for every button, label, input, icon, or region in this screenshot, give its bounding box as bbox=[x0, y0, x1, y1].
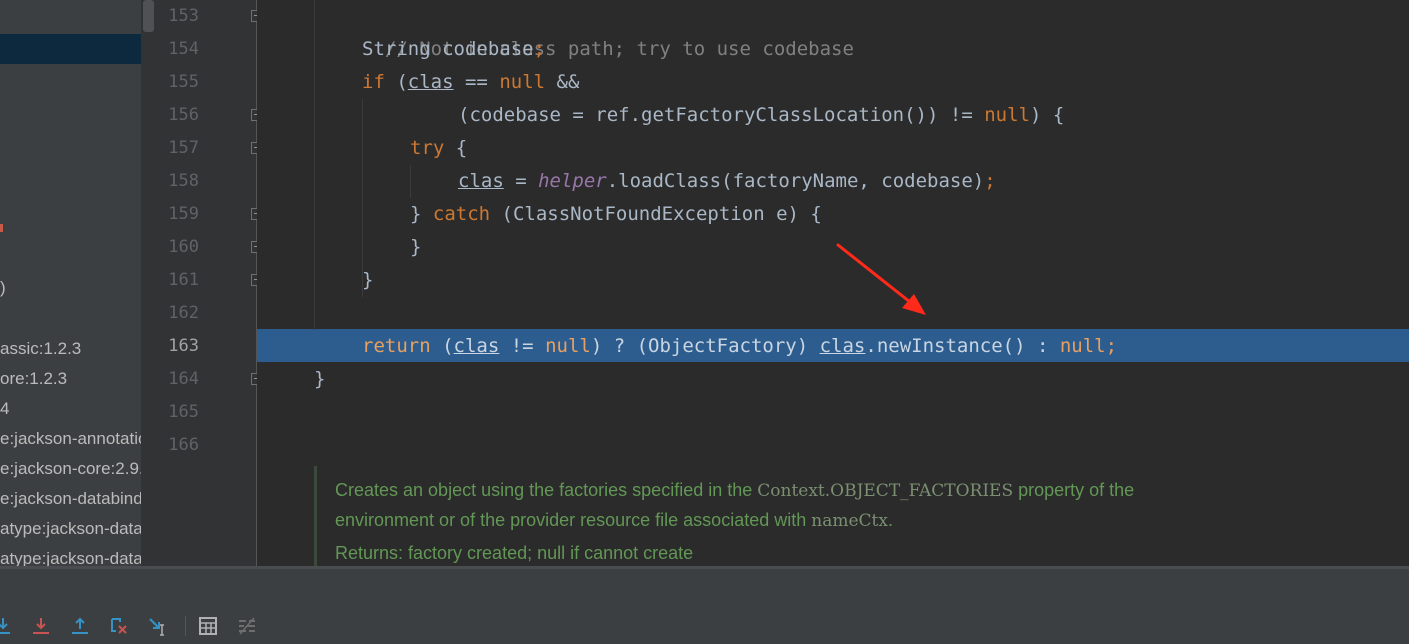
code-token: (ClassNotFoundException e) { bbox=[490, 203, 822, 225]
code-token: } bbox=[410, 203, 433, 225]
doc-text: . bbox=[887, 510, 893, 530]
doc-line-2: environment or of the provider resource … bbox=[335, 505, 893, 535]
code-line-164: } bbox=[314, 363, 325, 396]
keyword-try: try bbox=[410, 137, 445, 159]
line-number: 161 bbox=[168, 270, 199, 290]
line-number: 154 bbox=[168, 39, 199, 59]
doc-text: property of the bbox=[1013, 480, 1135, 500]
selected-tree-row[interactable] bbox=[0, 34, 157, 64]
keyword-null: null bbox=[499, 71, 546, 93]
code-line-155: if (clas == null && bbox=[362, 66, 579, 99]
line-number: 155 bbox=[168, 72, 199, 92]
tree-item[interactable]: e:jackson-annotatio bbox=[0, 424, 157, 454]
code-token: != bbox=[499, 335, 546, 357]
code-line-153: // Not in class path; try to use codebas… bbox=[362, 0, 854, 60]
red-arrow-annotation bbox=[836, 243, 926, 315]
code-token: String codebase bbox=[362, 38, 534, 60]
line-number-current: 163 bbox=[168, 336, 199, 356]
keyword-if: if bbox=[362, 71, 385, 93]
code-token: ; bbox=[984, 170, 996, 192]
indent-guide bbox=[410, 165, 411, 198]
tree-item[interactable]: ) bbox=[0, 273, 157, 303]
tree-item[interactable]: e:jackson-databind bbox=[0, 484, 157, 514]
code-token: ( bbox=[430, 335, 454, 357]
step-out-icon[interactable] bbox=[70, 616, 90, 636]
error-marker bbox=[0, 224, 3, 232]
keyword-return: return bbox=[362, 335, 431, 357]
project-scrollbar-thumb[interactable] bbox=[143, 0, 154, 32]
project-tool-window: ) assic:1.2.3 ore:1.2.3 4 e:jackson-anno… bbox=[0, 0, 157, 566]
code-token: ; bbox=[533, 38, 546, 60]
line-number: 153 bbox=[168, 6, 199, 26]
line-number: 159 bbox=[168, 204, 199, 224]
project-scrollbar[interactable] bbox=[141, 0, 157, 566]
code-line-158: clas = helper.loadClass(factoryName, cod… bbox=[458, 165, 996, 198]
line-number: 156 bbox=[168, 105, 199, 125]
evaluate-expression-icon[interactable] bbox=[198, 616, 218, 636]
code-line-156: (codebase = ref.getFactoryClassLocation(… bbox=[458, 99, 1064, 132]
tree-item[interactable]: atype:jackson-data bbox=[0, 514, 157, 544]
tree-item[interactable]: assic:1.2.3 bbox=[0, 334, 157, 364]
variable-clas: clas bbox=[819, 335, 866, 357]
run-to-cursor-icon[interactable] bbox=[148, 616, 168, 636]
code-line-160: } bbox=[410, 231, 421, 264]
doc-code-ref[interactable]: nameCtx bbox=[811, 511, 888, 531]
code-token: = bbox=[503, 170, 539, 192]
code-line-159: } catch (ClassNotFoundException e) { bbox=[410, 198, 822, 231]
tree-item[interactable]: e:jackson-core:2.9.4 bbox=[0, 454, 157, 484]
line-number: 158 bbox=[168, 171, 199, 191]
step-into-icon[interactable] bbox=[0, 616, 14, 636]
drop-frame-icon[interactable] bbox=[109, 616, 129, 636]
keyword-null: null bbox=[984, 104, 1030, 126]
doc-comment-bar bbox=[314, 466, 317, 566]
code-token: ( bbox=[384, 71, 408, 93]
toolbar-separator bbox=[185, 616, 186, 636]
doc-text: environment or of the provider resource … bbox=[335, 510, 812, 530]
keyword-catch: catch bbox=[432, 203, 491, 225]
variable-clas: clas bbox=[407, 71, 454, 93]
doc-text: Creates an object using the factories sp… bbox=[335, 480, 758, 500]
code-line-154: String codebase; bbox=[362, 33, 545, 66]
line-number: 162 bbox=[168, 303, 199, 323]
code-token: (codebase = ref.getFactoryClassLocation(… bbox=[458, 104, 985, 126]
keyword-null: null; bbox=[1059, 335, 1118, 357]
code-token: .newInstance() : bbox=[865, 335, 1060, 357]
force-step-into-icon[interactable] bbox=[31, 616, 51, 636]
variable-clas: clas bbox=[458, 170, 504, 192]
line-number: 164 bbox=[168, 369, 199, 389]
keyword-null: null bbox=[545, 335, 591, 357]
code-token: { bbox=[444, 137, 468, 159]
tree-item[interactable]: ore:1.2.3 bbox=[0, 364, 157, 394]
variable-clas: clas bbox=[453, 335, 500, 357]
debug-panel-header bbox=[0, 569, 1409, 607]
line-number: 166 bbox=[168, 435, 199, 455]
line-number: 160 bbox=[168, 237, 199, 257]
doc-line-1: Creates an object using the factories sp… bbox=[335, 475, 1134, 505]
doc-code-ref[interactable]: Context.OBJECT_FACTORIES bbox=[757, 481, 1013, 501]
code-token: ) { bbox=[1029, 104, 1065, 126]
tree-item[interactable]: 4 bbox=[0, 394, 157, 424]
code-token: } bbox=[314, 368, 326, 390]
code-token: == bbox=[453, 71, 500, 93]
code-token: && bbox=[545, 71, 580, 93]
code-line-161: } bbox=[362, 264, 373, 297]
code-line-157: try { bbox=[410, 132, 467, 165]
line-number: 157 bbox=[168, 138, 199, 158]
code-token: } bbox=[362, 269, 374, 291]
indent-guide bbox=[314, 0, 315, 330]
doc-returns: Returns: factory created; null if cannot… bbox=[335, 543, 694, 563]
code-line-163: return (clas != null) ? (ObjectFactory) … bbox=[362, 330, 1117, 363]
code-token: } bbox=[410, 236, 422, 258]
field-helper: helper bbox=[538, 170, 607, 192]
tree-item[interactable]: atype:jackson-data bbox=[0, 544, 157, 566]
line-number: 165 bbox=[168, 402, 199, 422]
trace-icon[interactable] bbox=[237, 616, 257, 636]
code-token: ) ? (ObjectFactory) bbox=[590, 335, 820, 357]
code-token: .loadClass(factoryName, codebase) bbox=[606, 170, 985, 192]
